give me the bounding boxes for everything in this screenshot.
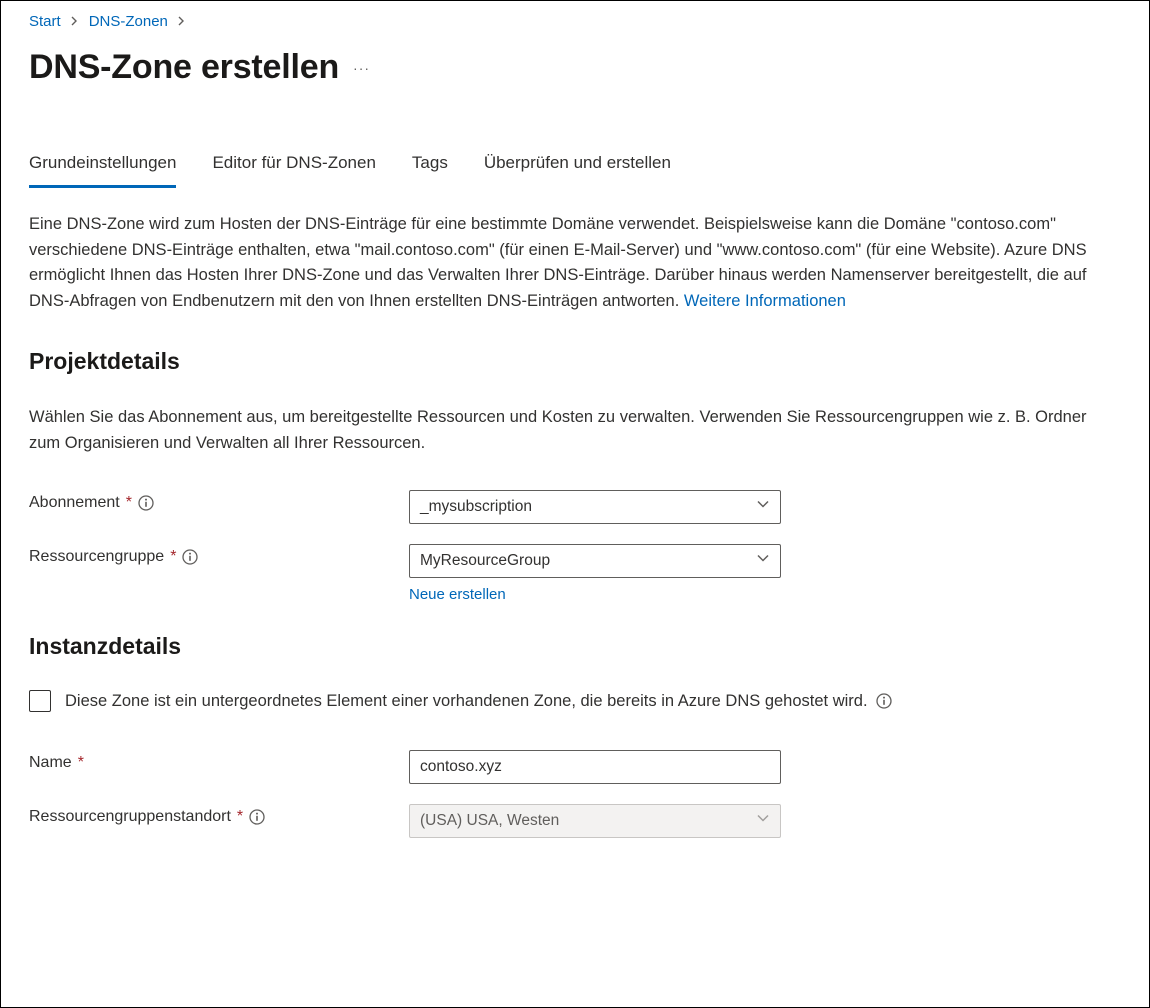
chevron-down-icon [756, 812, 770, 831]
more-icon[interactable]: ··· [353, 60, 370, 76]
tab-editor[interactable]: Editor für DNS-Zonen [212, 147, 375, 188]
breadcrumb-dns-zones[interactable]: DNS-Zonen [89, 13, 168, 30]
info-icon[interactable] [249, 809, 265, 825]
location-label: Ressourcengruppenstandort [29, 808, 231, 826]
child-zone-checkbox[interactable] [29, 690, 51, 712]
chevron-right-icon [178, 15, 186, 29]
name-input[interactable] [409, 750, 781, 784]
name-label: Name [29, 754, 72, 772]
intro-text: Eine DNS-Zone wird zum Hosten der DNS-Ei… [29, 215, 1087, 310]
resourcegroup-select[interactable]: MyResourceGroup [409, 544, 781, 578]
required-mark: * [126, 494, 132, 512]
required-mark: * [78, 754, 84, 772]
learn-more-link[interactable]: Weitere Informationen [684, 292, 846, 310]
subscription-select[interactable]: _mysubscription [409, 490, 781, 524]
tab-review[interactable]: Überprüfen und erstellen [484, 147, 671, 188]
child-zone-label: Diese Zone ist ein untergeordnetes Eleme… [65, 692, 868, 711]
chevron-right-icon [71, 15, 79, 29]
tab-tags[interactable]: Tags [412, 147, 448, 188]
create-new-link[interactable]: Neue erstellen [409, 586, 506, 603]
resourcegroup-value: MyResourceGroup [420, 552, 550, 570]
breadcrumb-start[interactable]: Start [29, 13, 61, 30]
info-icon[interactable] [182, 549, 198, 565]
intro-description: Eine DNS-Zone wird zum Hosten der DNS-Ei… [29, 212, 1121, 314]
chevron-down-icon [756, 498, 770, 517]
info-icon[interactable] [138, 495, 154, 511]
location-value: (USA) USA, Westen [420, 812, 559, 830]
chevron-down-icon [756, 552, 770, 571]
subscription-value: _mysubscription [420, 498, 532, 516]
instance-details-heading: Instanzdetails [29, 633, 1121, 660]
project-details-heading: Projektdetails [29, 348, 1121, 375]
info-icon[interactable] [876, 693, 892, 709]
resourcegroup-label: Ressourcengruppe [29, 548, 164, 566]
location-select: (USA) USA, Westen [409, 804, 781, 838]
subscription-label: Abonnement [29, 494, 120, 512]
required-mark: * [170, 548, 176, 566]
project-details-desc: Wählen Sie das Abonnement aus, um bereit… [29, 405, 1121, 456]
required-mark: * [237, 808, 243, 826]
breadcrumb: Start DNS-Zonen [29, 13, 1121, 30]
tab-basics[interactable]: Grundeinstellungen [29, 147, 176, 188]
tabs: Grundeinstellungen Editor für DNS-Zonen … [29, 147, 1121, 188]
page-title: DNS-Zone erstellen [29, 48, 339, 87]
